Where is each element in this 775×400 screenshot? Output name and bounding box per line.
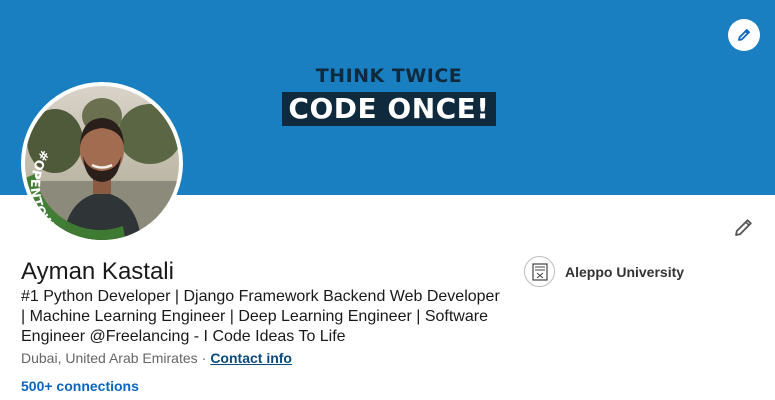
location-line: Dubai, United Arab Emirates · Contact info <box>21 349 292 367</box>
education-entry[interactable]: Aleppo University <box>524 256 684 287</box>
profile-headline: #1 Python Developer | Django Framework B… <box>21 288 500 345</box>
banner-line-2: CODE ONCE! <box>282 92 496 126</box>
profile-photo[interactable]: #OPENTOWORK <box>21 82 183 244</box>
banner-line-1: THINK TWICE <box>315 65 463 87</box>
profile-name: Ayman Kastali <box>21 258 174 285</box>
pencil-icon <box>738 29 750 41</box>
avatar-photo: #OPENTOWORK <box>25 86 179 240</box>
education-name: Aleppo University <box>565 263 685 280</box>
avatar: #OPENTOWORK <box>25 86 179 240</box>
edit-profile-button[interactable] <box>731 214 757 240</box>
university-logo-icon <box>524 256 555 287</box>
contact-info-link[interactable]: Contact info <box>210 350 292 366</box>
separator: · <box>201 350 207 366</box>
banner-slogan: THINK TWICE CODE ONCE! <box>282 66 496 126</box>
connections-link[interactable]: 500+ connections <box>21 377 139 395</box>
edit-banner-button[interactable] <box>728 19 760 51</box>
profile-location: Dubai, United Arab Emirates <box>21 350 198 366</box>
pencil-icon <box>735 219 752 236</box>
